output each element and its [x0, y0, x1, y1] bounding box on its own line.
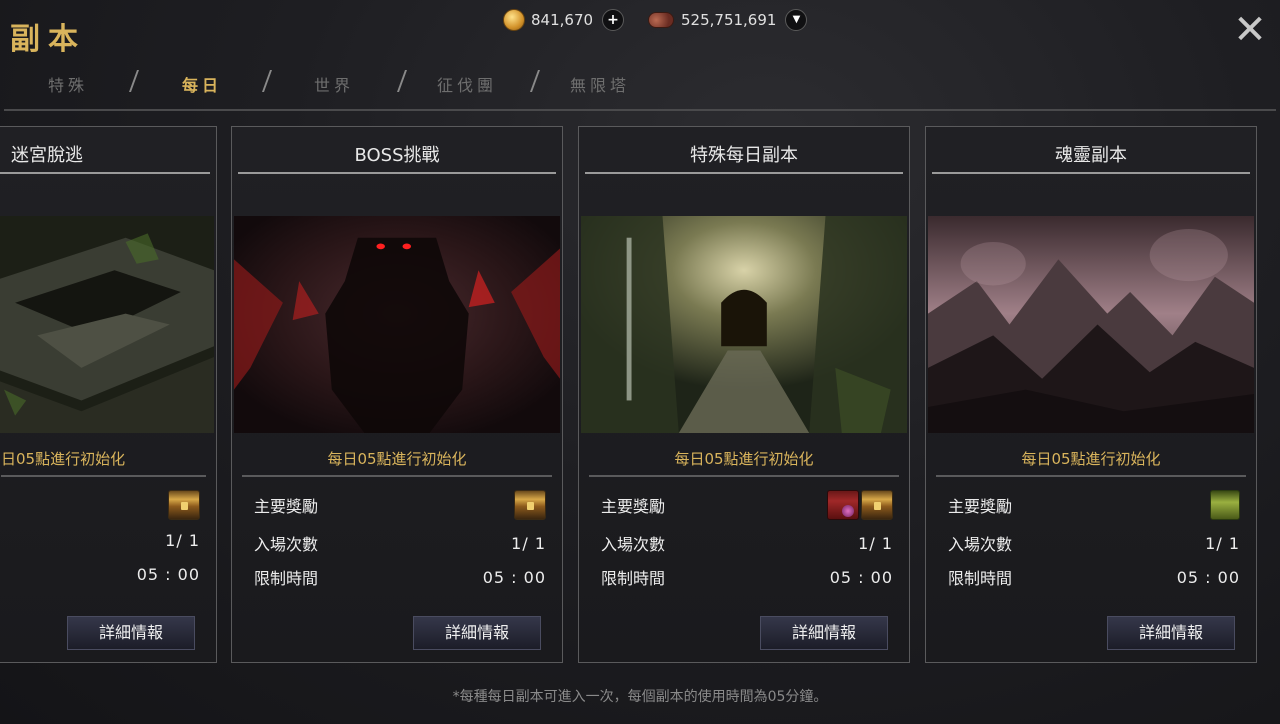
tab-raid[interactable]: 征伐團: [437, 72, 497, 96]
reward-row: 主要獎勵: [601, 490, 893, 520]
time-row: 限制時間 05 : 00: [254, 565, 546, 589]
title-divider: [585, 172, 903, 174]
reward-label: 主要獎勵: [254, 497, 319, 516]
entry-row: 入場次數 1/ 1: [948, 531, 1240, 555]
gold-coin-icon: [503, 9, 525, 31]
entry-row: 入場次數 1/ 1: [601, 531, 893, 555]
time-value: 05 : 00: [482, 567, 546, 587]
treasure-chest-icon: [861, 490, 893, 520]
time-row: 限制時間 05 : 00: [601, 565, 893, 589]
reward-label: 主要獎勵: [601, 497, 666, 516]
gem-icon: [648, 12, 674, 28]
treasure-chest-icon: [168, 490, 200, 520]
time-row: 05 : 00: [13, 565, 200, 584]
reward-row: 主要獎勵: [948, 490, 1240, 520]
tab-bar: 特殊 每日 世界 征伐團 無限塔: [0, 64, 1280, 100]
time-value: 05 : 00: [829, 567, 893, 587]
treasure-chest-icon: [514, 490, 546, 520]
entry-value: 1/ 1: [165, 531, 200, 550]
mountain-artwork: [928, 216, 1254, 433]
time-label: 限制時間: [601, 569, 666, 588]
card-title: 迷宮脫逃: [11, 145, 83, 166]
reward-row: 主要獎勵: [254, 490, 546, 520]
time-row: 限制時間 05 : 00: [948, 565, 1240, 589]
entry-row: 入場次數 1/ 1: [254, 531, 546, 555]
card-title: 魂靈副本: [1055, 145, 1127, 166]
reset-divider: [1, 475, 206, 477]
gold-amount: 841,670: [531, 11, 594, 29]
details-button[interactable]: 詳細情報: [67, 616, 195, 650]
add-gold-button[interactable]: +: [602, 9, 625, 31]
page-title: 副本: [10, 22, 86, 57]
gem-currency: 525,751,691 ▼: [648, 8, 808, 32]
close-button[interactable]: ✕: [1228, 8, 1272, 52]
entry-label: 入場次數: [948, 535, 1013, 554]
gold-currency: 841,670 +: [503, 8, 625, 32]
reset-divider: [589, 475, 899, 477]
dungeon-card-soul[interactable]: 魂靈副本 每日05點進行初始化 主要獎勵 入場次數 1/ 1 限制時間 05:…: [925, 126, 1257, 663]
gem-dropdown-button[interactable]: ▼: [785, 9, 808, 31]
tab-divider: [261, 70, 273, 92]
green-chest-icon: [1210, 490, 1240, 520]
entry-label: 入場次數: [254, 535, 319, 554]
title-divider: [0, 172, 210, 174]
tab-divider: [128, 70, 140, 92]
time-label: 限制時間: [948, 569, 1013, 588]
reset-info: 每日05點進行初始化: [327, 450, 467, 468]
title-divider: [238, 172, 556, 174]
title-divider: [932, 172, 1250, 174]
tab-world[interactable]: 世界: [314, 72, 354, 96]
time-label: 限制時間: [254, 569, 319, 588]
time-value: 05 : 00: [136, 565, 200, 584]
tab-divider: [396, 70, 408, 92]
reward-label: 主要獎勵: [948, 497, 1013, 516]
card-title: BOSS挑戰: [354, 145, 440, 166]
maze-artwork: [0, 216, 214, 433]
entry-value: 1/ 1: [1205, 533, 1240, 553]
dungeon-card-special-daily[interactable]: 特殊每日副本 每日05點進行初始化 主要獎勵 入場次數 1/ 1 限制時間 05…: [578, 126, 910, 663]
entry-value: 1/ 1: [511, 533, 546, 553]
tabs-underline: [4, 109, 1276, 111]
tab-daily[interactable]: 每日: [182, 72, 222, 96]
forest-gate-artwork: [581, 216, 907, 433]
dungeon-card-maze[interactable]: 迷宮脫逃 日05點進行初始化 1/ 1 05 : 00 詳細情報: [0, 126, 217, 663]
entry-value: 1/ 1: [858, 533, 893, 553]
reset-info: 每日05點進行初始化: [1021, 450, 1161, 468]
entry-label: 入場次數: [601, 535, 666, 554]
reset-info: 日05點進行初始化: [1, 450, 126, 468]
reset-info: 每日05點進行初始化: [674, 450, 814, 468]
dungeon-card-boss[interactable]: BOSS挑戰 每日05點進行初始化 主要獎勵 入場次數 1/ 1 限制時間 05…: [231, 126, 563, 663]
tab-special[interactable]: 特殊: [48, 72, 88, 96]
red-box-icon: [827, 490, 859, 520]
time-value: 05 : 00: [1176, 567, 1240, 587]
details-button[interactable]: 詳細情報: [1107, 616, 1235, 650]
footer-note: *每種每日副本可進入一次，每個副本的使用時間為05分鐘。: [452, 689, 828, 705]
entry-row: 1/ 1: [13, 531, 200, 550]
tab-infinite-tower[interactable]: 無限塔: [570, 72, 630, 96]
reward-row: [13, 490, 200, 520]
gem-amount: 525,751,691: [681, 11, 777, 29]
tab-divider: [529, 70, 541, 92]
reset-divider: [936, 475, 1246, 477]
card-title: 特殊每日副本: [690, 145, 798, 166]
boss-artwork: [234, 216, 560, 433]
reset-divider: [242, 475, 552, 477]
details-button[interactable]: 詳細情報: [760, 616, 888, 650]
details-button[interactable]: 詳細情報: [413, 616, 541, 650]
